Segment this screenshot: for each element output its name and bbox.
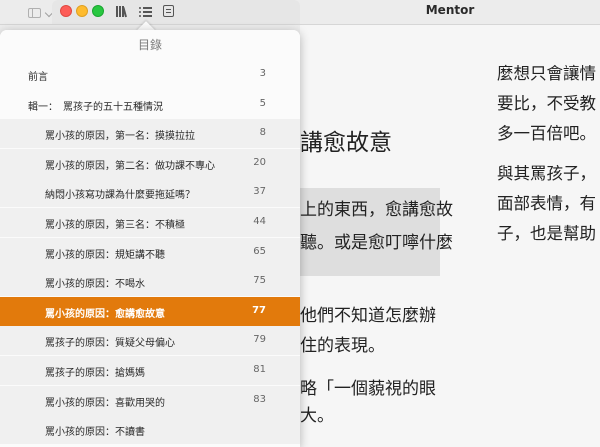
toc-item-title: 罵小孩的原因：規矩講不聽 <box>45 249 165 261</box>
toc-item-page: 20 <box>253 156 266 168</box>
toc-item-title: 罵小孩的原因：愈講愈故意 <box>45 308 165 320</box>
window-title: Mentor <box>425 3 475 17</box>
toc-list-icon[interactable] <box>138 3 154 19</box>
body-line: 麼想只會讓情 <box>497 64 596 83</box>
zoom-window-button[interactable] <box>92 5 104 17</box>
title-bar: Mentor <box>0 0 600 25</box>
sidebar-toggle-icon[interactable] <box>28 8 41 18</box>
toc-item-title: 罵小孩的原因，第三名：不積極 <box>45 220 185 231</box>
body-line: 大。 <box>300 406 334 426</box>
body-line: 與其罵孩子， <box>497 164 596 183</box>
toc-popover: 目錄 前言 3 輯一： 罵孩子的五十五種情況 5 罵小孩的原因，第一名：摸摸拉拉 8 罵小孩… <box>0 30 300 447</box>
body-line: 上的東西，愈講愈故 <box>300 200 453 220</box>
toc-item[interactable]: 輯一： 罵孩子的五十五種情況 5 <box>0 89 300 119</box>
toc-item[interactable]: 納悶小孩寫功課為什麼要拖延嗎？ 37 <box>0 178 300 208</box>
toc-item-page: 8 <box>259 127 266 139</box>
body-line: 聽。或是愈叮嚀什麼 <box>300 233 453 253</box>
toc-item-title: 罵小孩的原因：喜歡用哭的 <box>45 397 165 409</box>
toc-item-page: 3 <box>259 68 266 79</box>
body-line: 子，也是幫助 <box>497 224 596 243</box>
toc-item-page: 37 <box>253 186 266 198</box>
toc-item-title: 輯一： 罵孩子的五十五種情況 <box>28 101 163 113</box>
toc-item-title: 罵小孩的原因：不讀書 <box>45 427 145 439</box>
toc-item-title: 前言 <box>28 72 48 83</box>
chapter-title: 講愈故意 <box>300 130 392 156</box>
body-line: 要比，不受教 <box>497 94 596 113</box>
toc-item-title: 罵小孩的原因，第一名：摸摸拉拉 <box>45 131 195 143</box>
minimize-window-button[interactable] <box>76 5 88 17</box>
toc-item-title: 罵孩子的原因：質疑父母偏心 <box>45 338 175 350</box>
body-line: 多一百倍吧。 <box>497 124 596 143</box>
toc-item[interactable]: 罵小孩的原因，第二名：做功課不專心 20 <box>0 148 300 178</box>
toc-item-title: 納悶小孩寫功課為什麼要拖延嗎？ <box>45 190 195 202</box>
toc-item[interactable]: 罵孩子的原因：質疑父母偏心 79 <box>0 326 300 356</box>
notes-icon[interactable] <box>161 3 177 19</box>
toc-item[interactable]: 罵小孩的原因：規矩講不聽 65 <box>0 237 300 267</box>
toc-item-selected[interactable]: 罵小孩的原因：愈講愈故意 77 <box>0 296 300 326</box>
toc-item[interactable]: 罵小孩的原因，第三名：不積極 44 <box>0 208 300 237</box>
body-line: 面部表情，有 <box>497 194 596 213</box>
toc-item-page: 83 <box>253 393 266 405</box>
toc-item-page: 5 <box>259 97 266 109</box>
toc-item-page: 44 <box>253 216 266 227</box>
body-line: 他們不知道怎麼辦 <box>300 306 436 326</box>
toc-item-title: 罵小孩的原因：不喝水 <box>45 279 145 291</box>
toc-item[interactable]: 罵小孩的原因：不喝水 75 <box>0 267 300 297</box>
page-middle-column: 講愈故意 上的東西，愈講愈故 聽。或是愈叮嚀什麼 他們不知道怎麼辦 住的表現。 … <box>300 25 460 447</box>
toc-item-page: 65 <box>253 245 266 257</box>
body-line: 略「一個藐視的眼 <box>300 379 436 399</box>
body-line: 住的表現。 <box>300 336 385 356</box>
toc-item-title: 罵孩子的原因：搶媽媽 <box>45 368 145 379</box>
toc-item[interactable]: 罵小孩的原因：喜歡用哭的 83 <box>0 385 300 415</box>
toc-item-page: 79 <box>253 334 266 346</box>
page-right-column: 麼想只會讓情 要比，不受教 多一百倍吧。 與其罵孩子， 面部表情，有 子，也是幫… <box>497 25 600 447</box>
toc-item[interactable]: 前言 3 <box>0 60 300 89</box>
close-window-button[interactable] <box>60 5 72 17</box>
toc-item-page: 75 <box>253 275 266 287</box>
toc-item-page: 77 <box>252 304 266 316</box>
library-icon[interactable] <box>114 3 130 19</box>
toc-item[interactable]: 罵小孩的原因，第一名：摸摸拉拉 8 <box>0 119 300 149</box>
toc-header: 目錄 <box>0 30 300 61</box>
toc-item[interactable]: 罵孩子的原因：搶媽媽 81 <box>0 356 300 385</box>
toc-item-title: 罵小孩的原因，第二名：做功課不專心 <box>45 160 215 172</box>
toc-item-page: 81 <box>253 364 266 375</box>
toc-item[interactable]: 罵小孩的原因：不讀書 <box>0 415 300 445</box>
book-page[interactable]: 講愈故意 上的東西，愈講愈故 聽。或是愈叮嚀什麼 他們不知道怎麼辦 住的表現。 … <box>300 25 600 447</box>
